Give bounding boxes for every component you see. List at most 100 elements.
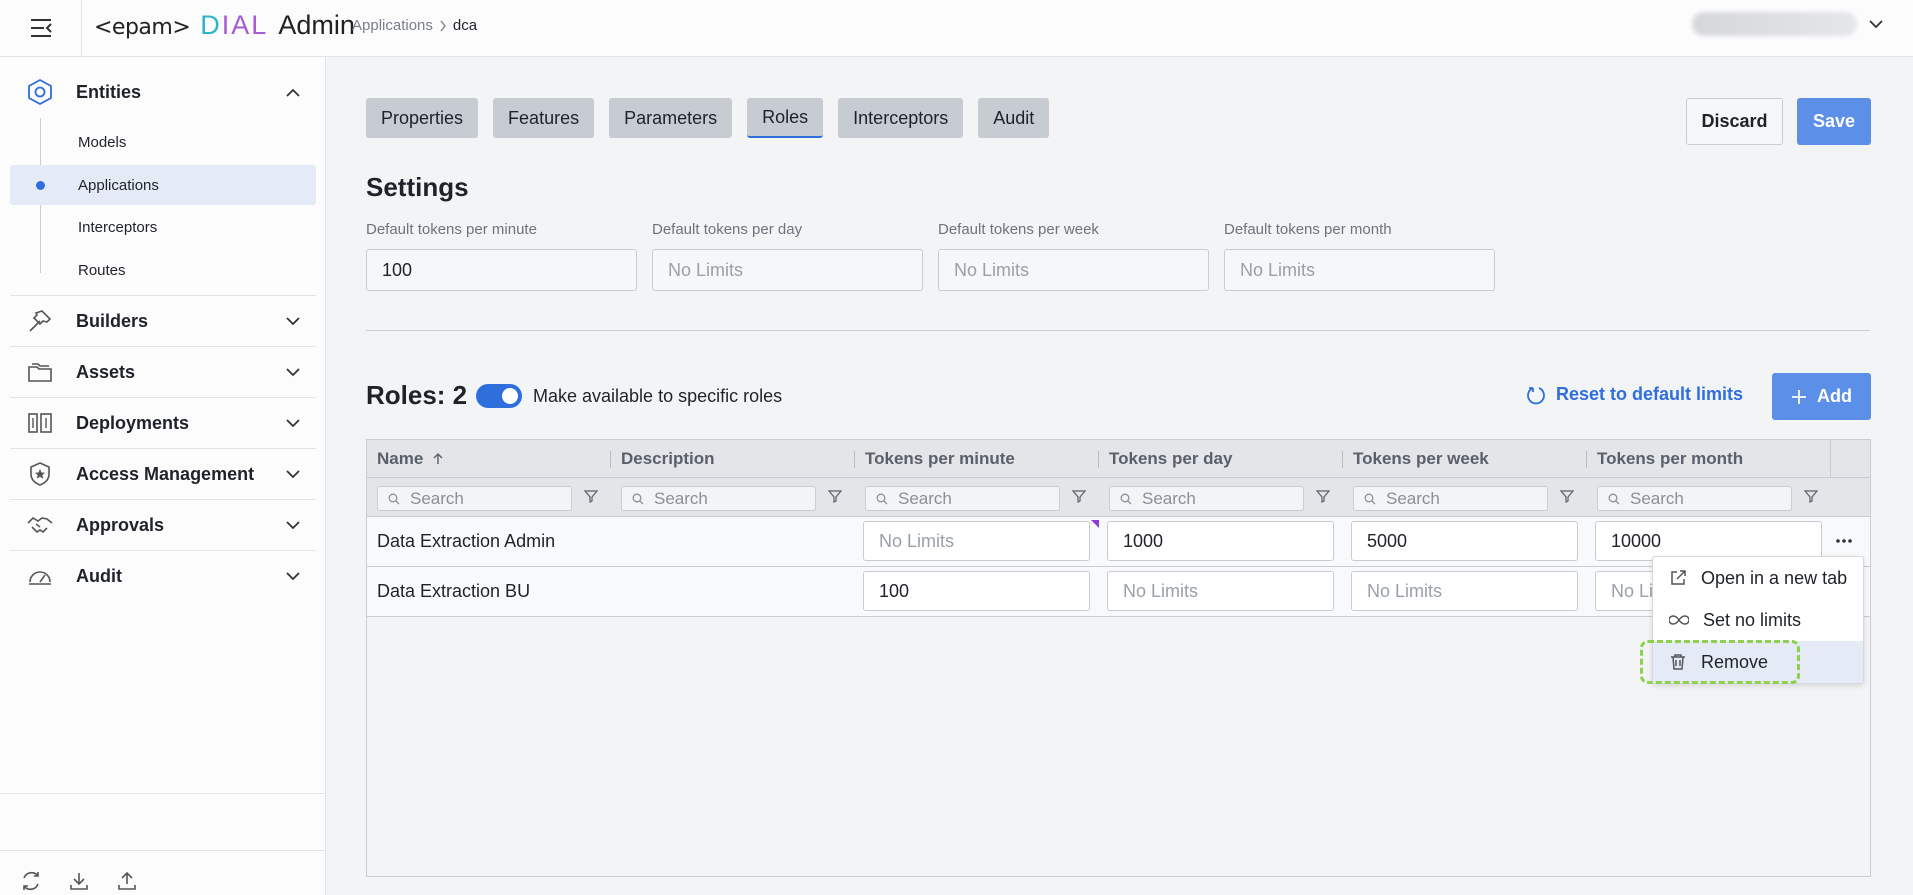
sidebar-group-audit[interactable]: Audit	[10, 551, 316, 601]
filter-icon[interactable]	[1560, 489, 1574, 503]
search-icon	[1608, 493, 1620, 504]
chevron-down-icon	[286, 418, 300, 427]
user-menu[interactable]	[1692, 12, 1883, 36]
filter-tokens-per-week-input[interactable]: Search	[1353, 486, 1548, 511]
search-icon	[876, 493, 888, 504]
tab-parameters[interactable]: Parameters	[609, 98, 733, 138]
filter-description-input[interactable]: Search	[621, 486, 816, 511]
search-icon	[632, 493, 644, 504]
tab-roles[interactable]: Roles	[747, 98, 824, 138]
filter-tokens-per-minute-input[interactable]: Search	[865, 486, 1060, 511]
breadcrumb-parent[interactable]: Applications	[352, 17, 433, 34]
handshake-icon	[20, 505, 60, 545]
table-row: Data Extraction BU 100 No Limits No Limi…	[367, 567, 1870, 617]
sort-ascending-icon	[433, 453, 443, 464]
tokens-per-minute-cell[interactable]: No Limits	[863, 521, 1090, 561]
folder-icon	[20, 352, 60, 392]
sidebar-group-deployments[interactable]: Deployments	[10, 398, 316, 448]
add-role-button[interactable]: Add	[1772, 373, 1871, 420]
menu-item-open-new-tab[interactable]: Open in a new tab	[1653, 557, 1863, 599]
toggle-knob	[502, 388, 518, 404]
default-tokens-per-month-input[interactable]	[1224, 249, 1495, 291]
hammer-icon	[20, 301, 60, 341]
chevron-right-icon	[440, 20, 446, 31]
sidebar-group-entities[interactable]: Entities	[10, 67, 316, 117]
tab-features[interactable]: Features	[493, 98, 595, 138]
roles-title: Roles: 2	[366, 380, 468, 410]
reset-to-default-limits-button[interactable]: Reset to default limits	[1526, 384, 1743, 405]
tokens-per-week-cell[interactable]: 5000	[1351, 521, 1578, 561]
download-icon[interactable]	[68, 870, 90, 892]
more-horizontal-icon	[1836, 539, 1852, 543]
chevron-down-icon	[286, 571, 300, 580]
specific-roles-toggle[interactable]	[476, 384, 522, 408]
active-dot	[36, 181, 45, 190]
field-label: Default tokens per minute	[366, 221, 537, 238]
tab-audit[interactable]: Audit	[978, 98, 1050, 138]
chevron-up-icon	[286, 88, 300, 97]
sidebar-item-interceptors[interactable]: Interceptors	[10, 207, 316, 247]
tab-interceptors[interactable]: Interceptors	[838, 98, 964, 138]
refresh-icon[interactable]	[20, 870, 42, 892]
default-tokens-per-week-input[interactable]	[938, 249, 1209, 291]
reset-icon	[1527, 386, 1545, 404]
row-context-menu: Open in a new tab Set no limits Remove	[1652, 556, 1864, 684]
breadcrumb: Applications dca	[352, 17, 477, 34]
tokens-per-week-cell[interactable]: No Limits	[1351, 571, 1578, 611]
discard-button[interactable]: Discard	[1686, 98, 1783, 145]
sidebar-item-routes[interactable]: Routes	[10, 250, 316, 290]
upload-icon[interactable]	[116, 870, 138, 892]
sidebar-group-approvals[interactable]: Approvals	[10, 500, 316, 550]
search-icon	[1364, 493, 1376, 504]
menu-icon	[30, 19, 52, 37]
field-label: Default tokens per month	[1224, 221, 1392, 238]
sidebar-group-access-management[interactable]: Access Management	[10, 449, 316, 499]
column-header-name[interactable]: Name	[367, 440, 443, 478]
sidebar-group-assets[interactable]: Assets	[10, 347, 316, 397]
column-header-tokens-per-day[interactable]: Tokens per day	[1099, 440, 1232, 478]
chevron-down-icon	[1869, 20, 1883, 29]
sidebar-item-models[interactable]: Models	[10, 122, 316, 162]
roles-grid: Name Description Tokens per minute Token…	[366, 439, 1871, 877]
app-logo[interactable]: <epam> D IAL Admin	[94, 10, 355, 41]
column-header-description[interactable]: Description	[611, 440, 715, 478]
tokens-per-day-cell[interactable]: No Limits	[1107, 571, 1334, 611]
deployments-icon	[20, 403, 60, 443]
trash-icon	[1671, 654, 1685, 670]
sidebar: Entities Models Applications Interceptor…	[0, 57, 326, 895]
breadcrumb-current: dca	[452, 17, 478, 34]
column-header-tokens-per-week[interactable]: Tokens per week	[1343, 440, 1489, 478]
chevron-down-icon	[286, 367, 300, 376]
save-button[interactable]: Save	[1797, 98, 1871, 145]
menu-toggle-button[interactable]	[0, 0, 82, 56]
filter-tokens-per-month-input[interactable]: Search	[1597, 486, 1792, 511]
tokens-per-month-cell[interactable]: 10000	[1595, 521, 1822, 561]
filter-icon[interactable]	[1072, 489, 1086, 503]
tokens-per-minute-cell[interactable]: 100	[863, 571, 1090, 611]
sidebar-item-applications[interactable]: Applications	[10, 165, 316, 205]
row-actions-button[interactable]	[1829, 527, 1859, 555]
menu-item-remove[interactable]: Remove	[1653, 641, 1863, 683]
edit-marker	[1091, 520, 1099, 528]
filter-tokens-per-day-input[interactable]: Search	[1109, 486, 1304, 511]
filter-icon[interactable]	[584, 489, 598, 503]
sidebar-group-builders[interactable]: Builders	[10, 296, 316, 346]
tokens-per-day-cell[interactable]: 1000	[1107, 521, 1334, 561]
external-link-icon	[1671, 570, 1686, 585]
default-tokens-per-minute-input[interactable]	[366, 249, 637, 291]
filter-icon[interactable]	[1804, 489, 1818, 503]
column-header-tokens-per-minute[interactable]: Tokens per minute	[855, 440, 1015, 478]
chevron-down-icon	[286, 469, 300, 478]
column-header-tokens-per-month[interactable]: Tokens per month	[1587, 440, 1743, 478]
default-tokens-per-day-input[interactable]	[652, 249, 923, 291]
field-label: Default tokens per day	[652, 221, 803, 238]
infinity-icon	[1669, 615, 1689, 625]
hexagon-icon	[20, 72, 60, 112]
filter-icon[interactable]	[828, 489, 842, 503]
toggle-label: Make available to specific roles	[533, 386, 783, 406]
grid-header: Name Description Tokens per minute Token…	[367, 440, 1870, 517]
filter-icon[interactable]	[1316, 489, 1330, 503]
tab-properties[interactable]: Properties	[366, 98, 479, 138]
menu-item-set-no-limits[interactable]: Set no limits	[1653, 599, 1863, 641]
filter-name-input[interactable]: Search	[377, 486, 572, 511]
